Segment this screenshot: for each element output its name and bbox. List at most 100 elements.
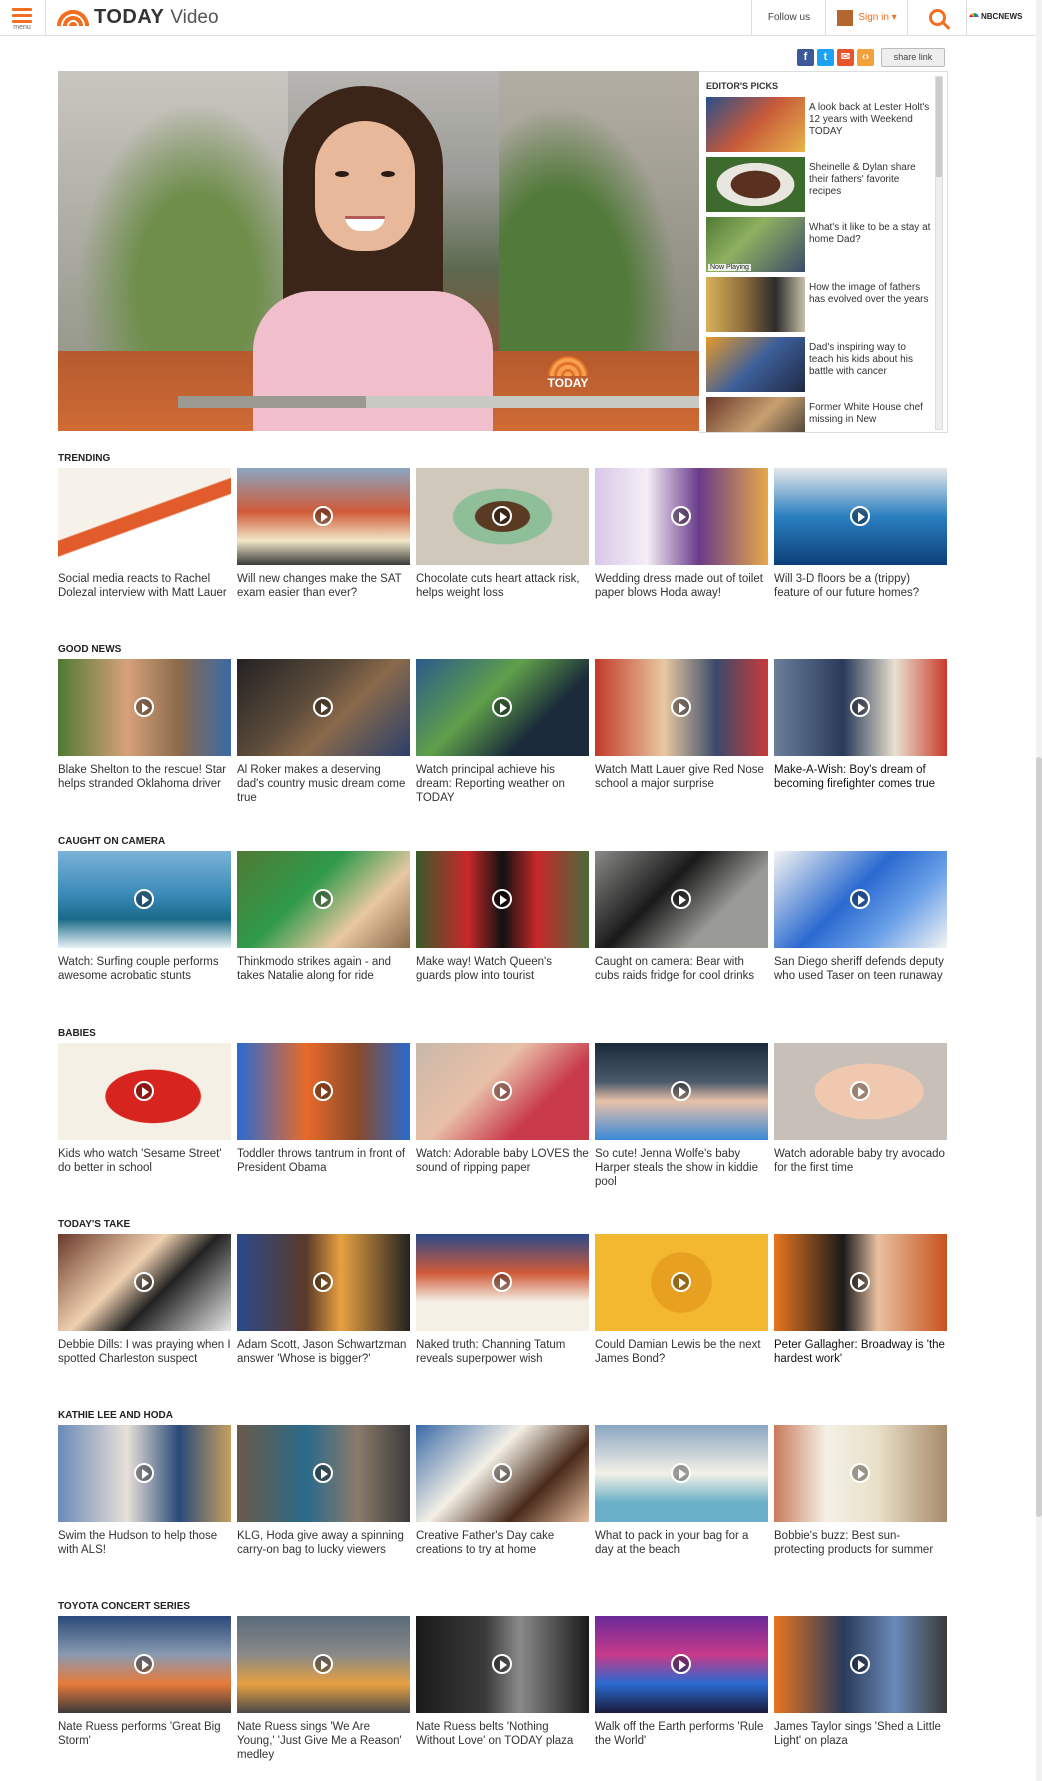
- video-caption: Adam Scott, Jason Schwartzman answer 'Wh…: [237, 1339, 407, 1365]
- hamburger-icon: [8, 8, 36, 23]
- play-icon: [492, 1654, 512, 1674]
- video-thumbnail: [416, 1043, 589, 1140]
- pick-item[interactable]: How the image of fathers has evolved ove…: [706, 277, 931, 336]
- video-caption: Thinkmodo strikes again - and takes Nata…: [237, 956, 392, 982]
- video-card[interactable]: Swim the Hudson to help those with ALS!: [58, 1425, 231, 1557]
- nbc-news-label: NBCNEWS: [981, 12, 1023, 21]
- video-card[interactable]: KLG, Hoda give away a spinning carry-on …: [237, 1425, 410, 1557]
- section-title: GOOD NEWS: [58, 644, 122, 655]
- video-card[interactable]: Toddler throws tantrum in front of Presi…: [237, 1043, 410, 1189]
- video-thumbnail: [416, 1234, 589, 1331]
- video-progress-bar[interactable]: [178, 396, 699, 408]
- video-card[interactable]: Naked truth: Channing Tatum reveals supe…: [416, 1234, 589, 1366]
- nbc-news-logo[interactable]: NBCNEWS: [969, 12, 1022, 21]
- pick-title: A look back at Lester Holt's 12 years wi…: [809, 102, 930, 137]
- page-scrollbar-thumb[interactable]: [1036, 757, 1042, 1517]
- play-icon: [850, 1081, 870, 1101]
- video-thumbnail: [58, 1043, 231, 1140]
- embed-icon[interactable]: ‹›: [857, 49, 874, 66]
- play-icon: [313, 1081, 333, 1101]
- video-card[interactable]: Nate Ruess sings 'We Are Young,' 'Just G…: [237, 1616, 410, 1762]
- email-icon[interactable]: ✉: [837, 49, 854, 66]
- video-thumbnail: [58, 1616, 231, 1713]
- video-caption: Naked truth: Channing Tatum reveals supe…: [416, 1339, 566, 1365]
- video-card[interactable]: Thinkmodo strikes again - and takes Nata…: [237, 851, 410, 983]
- video-card[interactable]: Make way! Watch Queen's guards plow into…: [416, 851, 589, 983]
- video-card[interactable]: Bobbie's buzz: Best sun-protecting produ…: [774, 1425, 947, 1557]
- video-card[interactable]: Walk off the Earth performs 'Rule the Wo…: [595, 1616, 768, 1762]
- video-card[interactable]: Debbie Dills: I was praying when I spott…: [58, 1234, 231, 1366]
- search-button[interactable]: [907, 0, 967, 35]
- video-caption: Peter Gallagher: Broadway is 'the hardes…: [774, 1339, 945, 1365]
- video-card[interactable]: Could Damian Lewis be the next James Bon…: [595, 1234, 768, 1366]
- video-card[interactable]: Nate Ruess performs 'Great Big Storm': [58, 1616, 231, 1762]
- pick-item[interactable]: Dad's inspiring way to teach his kids ab…: [706, 337, 931, 396]
- play-icon: [671, 1463, 691, 1483]
- page-scrollbar[interactable]: [1036, 0, 1042, 1781]
- pick-item[interactable]: Sheinelle & Dylan share their fathers' f…: [706, 157, 931, 216]
- play-icon: [313, 1654, 333, 1674]
- play-icon: [134, 1272, 154, 1292]
- video-card[interactable]: Watch adorable baby try avocado for the …: [774, 1043, 947, 1189]
- video-card[interactable]: Will 3-D floors be a (trippy) feature of…: [774, 468, 947, 600]
- divider: [45, 0, 46, 35]
- facebook-icon[interactable]: f: [797, 49, 814, 66]
- video-card[interactable]: Blake Shelton to the rescue! Star helps …: [58, 659, 231, 805]
- video-thumbnail: [237, 1234, 410, 1331]
- section-title: TOYOTA CONCERT SERIES: [58, 1601, 191, 1612]
- video-card[interactable]: Make-A-Wish: Boy's dream of becoming fir…: [774, 659, 947, 805]
- video-caption: Walk off the Earth performs 'Rule the Wo…: [595, 1721, 764, 1747]
- video-thumbnail: [237, 468, 410, 565]
- pick-item[interactable]: A look back at Lester Holt's 12 years wi…: [706, 97, 931, 156]
- pick-item[interactable]: Now Playing What's it like to be a stay …: [706, 217, 931, 276]
- video-thumbnail: [595, 1616, 768, 1713]
- sign-in-button[interactable]: Sign in ▾: [825, 0, 908, 35]
- video-card[interactable]: So cute! Jenna Wolfe's baby Harper steal…: [595, 1043, 768, 1189]
- video-card[interactable]: Watch principal achieve his dream: Repor…: [416, 659, 589, 805]
- section-title: TODAY'S TAKE: [58, 1219, 131, 1230]
- video-card[interactable]: Nate Ruess belts 'Nothing Without Love' …: [416, 1616, 589, 1762]
- video-card[interactable]: Watch Matt Lauer give Red Nose school a …: [595, 659, 768, 805]
- pick-item[interactable]: Former White House chef missing in New: [706, 397, 931, 432]
- picks-scrollbar[interactable]: [935, 76, 943, 430]
- editors-picks-list: A look back at Lester Holt's 12 years wi…: [706, 97, 931, 432]
- play-icon: [313, 1463, 333, 1483]
- video-thumbnail: [416, 851, 589, 948]
- video-card[interactable]: Social media reacts to Rachel Dolezal in…: [58, 468, 231, 600]
- video-card[interactable]: Wedding dress made out of toilet paper b…: [595, 468, 768, 600]
- video-thumbnail: [595, 1043, 768, 1140]
- follow-us-button[interactable]: Follow us: [751, 0, 826, 35]
- video-caption: Nate Ruess belts 'Nothing Without Love' …: [416, 1721, 574, 1747]
- video-card[interactable]: What to pack in your bag for a day at th…: [595, 1425, 768, 1557]
- video-card[interactable]: Watch: Surfing couple performs awesome a…: [58, 851, 231, 983]
- today-logo[interactable]: TODAY Video: [56, 6, 219, 29]
- video-card[interactable]: Will new changes make the SAT exam easie…: [237, 468, 410, 600]
- pick-title: Dad's inspiring way to teach his kids ab…: [809, 342, 913, 377]
- video-card[interactable]: San Diego sheriff defends deputy who use…: [774, 851, 947, 983]
- section-kathie-lee-and-hoda: KATHIE LEE AND HODA Swim the Hudson to h…: [58, 1409, 948, 1557]
- video-thumbnail: [58, 659, 231, 756]
- video-card[interactable]: Watch: Adorable baby LOVES the sound of …: [416, 1043, 589, 1189]
- video-player[interactable]: TODAY: [58, 71, 699, 431]
- sign-in-label: Sign in ▾: [858, 12, 897, 23]
- menu-button[interactable]: menu: [8, 6, 36, 32]
- video-card[interactable]: Chocolate cuts heart attack risk, helps …: [416, 468, 589, 600]
- play-icon: [850, 889, 870, 909]
- video-card[interactable]: Caught on camera: Bear with cubs raids f…: [595, 851, 768, 983]
- section-caught-on-camera: CAUGHT ON CAMERA Watch: Surfing couple p…: [58, 835, 948, 983]
- twitter-icon[interactable]: t: [817, 49, 834, 66]
- video-thumbnail: [595, 659, 768, 756]
- video-card[interactable]: Peter Gallagher: Broadway is 'the hardes…: [774, 1234, 947, 1366]
- video-thumbnail: [595, 1234, 768, 1331]
- video-caption: Toddler throws tantrum in front of Presi…: [237, 1148, 406, 1174]
- video-card[interactable]: Adam Scott, Jason Schwartzman answer 'Wh…: [237, 1234, 410, 1366]
- video-card[interactable]: Creative Father's Day cake creations to …: [416, 1425, 589, 1557]
- video-card[interactable]: James Taylor sings 'Shed a Little Light'…: [774, 1616, 947, 1762]
- video-card[interactable]: Al Roker makes a deserving dad's country…: [237, 659, 410, 805]
- video-caption: Will new changes make the SAT exam easie…: [237, 573, 402, 599]
- picks-scrollbar-thumb[interactable]: [936, 77, 942, 177]
- brand-section: Video: [170, 6, 219, 28]
- video-card[interactable]: Kids who watch 'Sesame Street' do better…: [58, 1043, 231, 1189]
- share-link-button[interactable]: share link: [881, 48, 945, 67]
- play-icon: [492, 697, 512, 717]
